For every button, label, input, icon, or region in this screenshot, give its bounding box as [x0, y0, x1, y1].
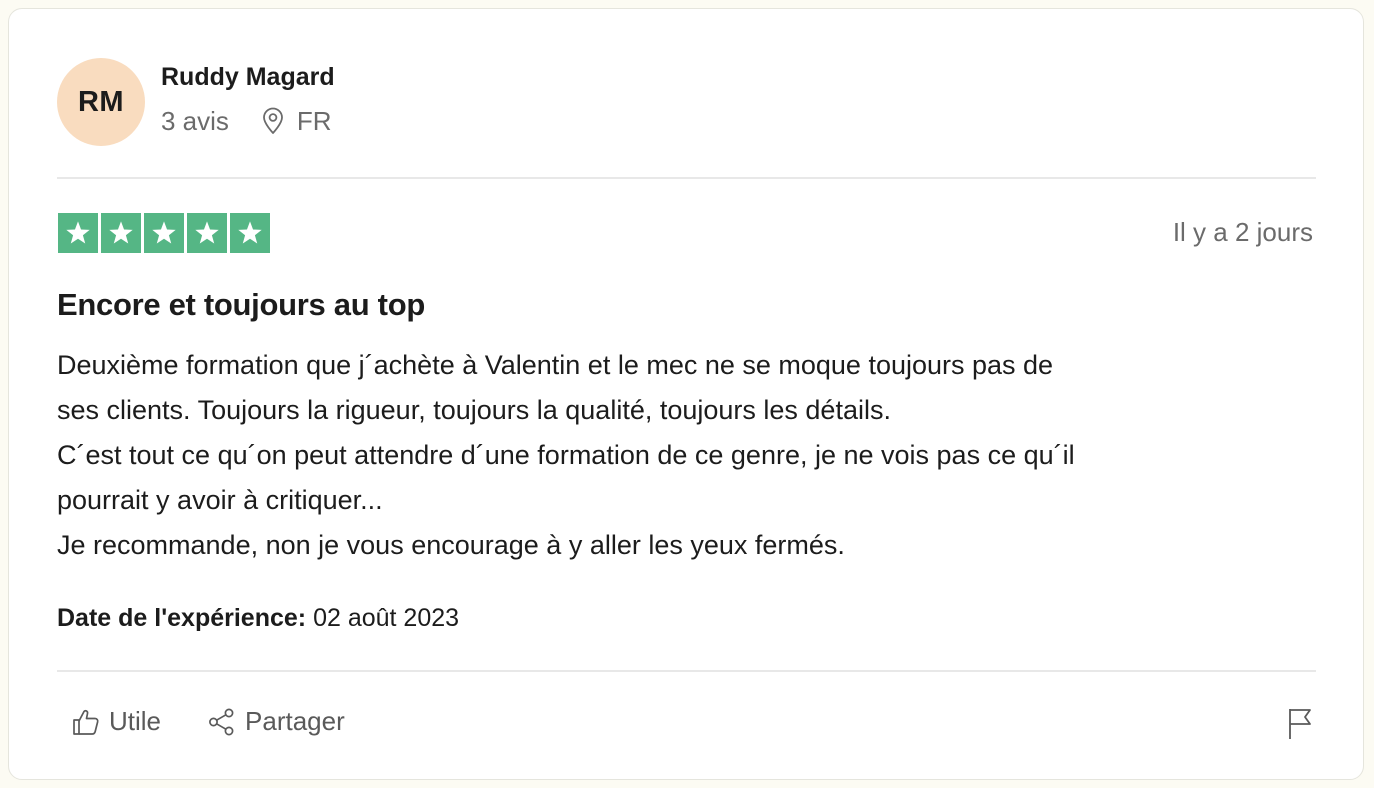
review-body-line: pourrait y avoir à critiquer... — [57, 485, 383, 515]
star-icon — [144, 213, 184, 253]
useful-label: Utile — [109, 706, 162, 736]
star-icon — [58, 213, 98, 253]
star-icon — [230, 213, 270, 253]
star-icon — [101, 213, 141, 253]
review-card: RM Ruddy Magard 3 avis FR Il y a 2 jours… — [8, 8, 1364, 780]
reviews-count: 3 avis — [161, 106, 229, 136]
experience-label: Date de l'expérience: — [57, 604, 307, 632]
reviewer-meta: 3 avis FR — [161, 106, 335, 136]
share-icon — [209, 708, 234, 735]
review-title[interactable]: Encore et toujours au top — [57, 285, 425, 325]
country-code: FR — [296, 106, 332, 136]
review-body-line: C´est tout ce qu´on peut attendre d´une … — [57, 440, 1075, 470]
review-date: Il y a 2 jours — [1172, 217, 1313, 247]
star-rating — [58, 213, 273, 253]
divider — [57, 670, 1316, 672]
divider — [57, 177, 1316, 179]
review-body: Deuxième formation que j´achète à Valent… — [57, 343, 1317, 568]
star-icon — [187, 213, 227, 253]
reviewer-location: FR — [261, 106, 332, 136]
review-body-line: Je recommande, non je vous encourage à y… — [57, 530, 845, 560]
review-actions: Utile Partager — [71, 706, 345, 737]
reviewer-name[interactable]: Ruddy Magard — [161, 62, 335, 92]
reviewer-header: RM Ruddy Magard 3 avis FR — [57, 57, 335, 147]
experience-date: Date de l'expérience: 02 août 2023 — [57, 603, 459, 633]
location-pin-icon — [263, 107, 283, 134]
avatar[interactable]: RM — [57, 58, 145, 146]
reviewer-info: Ruddy Magard 3 avis FR — [161, 63, 335, 136]
avatar-initials: RM — [77, 85, 125, 118]
flag-icon — [1289, 709, 1311, 739]
useful-button[interactable]: Utile — [71, 706, 161, 737]
report-button[interactable] — [1285, 706, 1315, 745]
experience-value: 02 août 2023 — [313, 604, 460, 632]
share-button[interactable]: Partager — [207, 706, 345, 737]
thumbs-up-icon — [73, 709, 99, 735]
review-body-line: Deuxième formation que j´achète à Valent… — [57, 350, 1054, 380]
share-label: Partager — [245, 706, 345, 736]
review-body-line: ses clients. Toujours la rigueur, toujou… — [57, 395, 891, 425]
